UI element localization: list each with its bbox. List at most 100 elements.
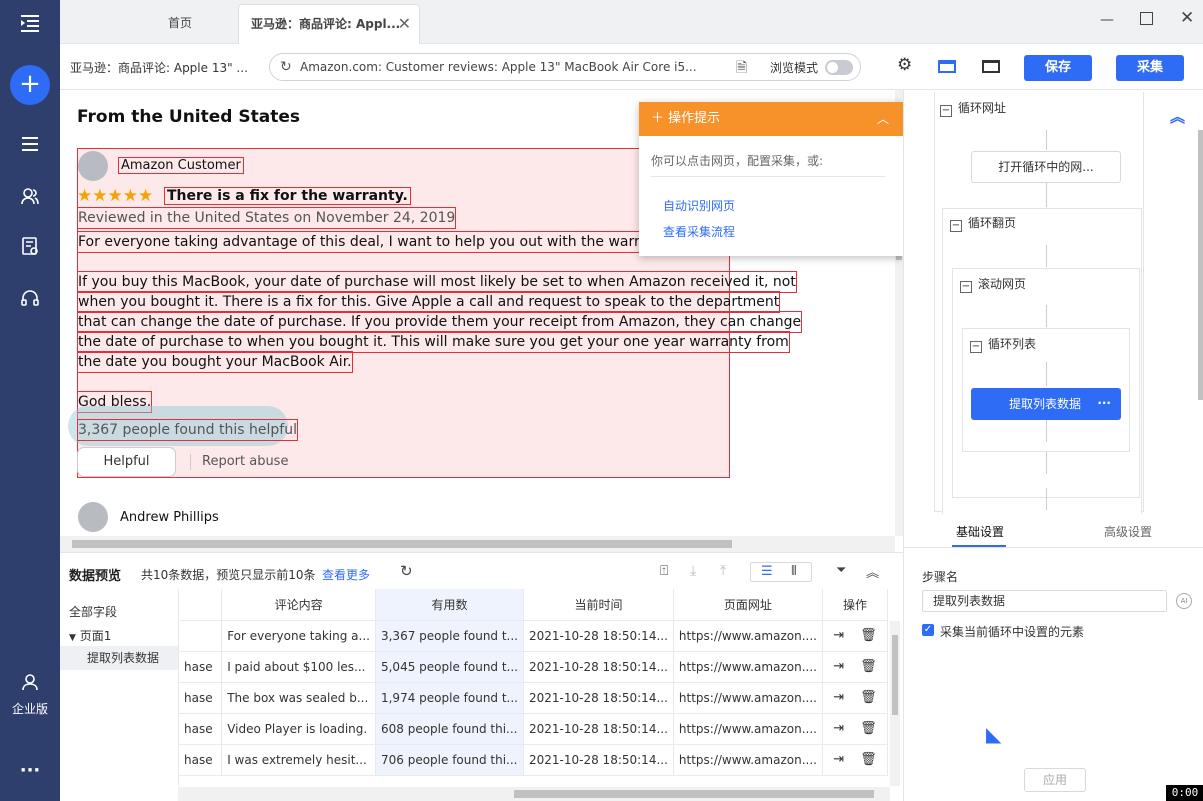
collect-button[interactable]: 采集	[1116, 55, 1184, 81]
task-list-icon[interactable]	[0, 134, 60, 159]
table-row[interactable]: hase I paid about $100 les... 5,045 people…	[179, 651, 888, 683]
tree-all-fields[interactable]: 全部字段	[69, 603, 117, 620]
scroll-thumb[interactable]	[72, 540, 732, 548]
horizontal-scrollbar[interactable]	[60, 536, 895, 552]
column-header[interactable]: 评论内容	[221, 589, 376, 621]
page-pdf-icon[interactable]: 🗎	[736, 57, 747, 81]
table-row[interactable]: hase I was extremely hesit... 706 people f…	[179, 744, 888, 776]
table-horizontal-scrollbar[interactable]	[178, 787, 890, 801]
export-row-icon[interactable]: ⇥	[833, 659, 844, 674]
tab-advanced-settings[interactable]: 高级设置	[1104, 523, 1152, 540]
minimize-icon[interactable]: —	[1100, 12, 1114, 28]
layout-split-icon[interactable]	[982, 60, 1000, 73]
window-close-icon[interactable]: ✕	[1180, 8, 1194, 28]
export-row-icon[interactable]: ⇥	[833, 721, 844, 736]
minus-icon[interactable]: −	[960, 281, 972, 293]
tab-close-icon[interactable]: ✕	[398, 5, 411, 43]
browse-mode-toggle[interactable]	[825, 60, 853, 75]
review-body-line[interactable]: the date you bought your MacBook Air.	[77, 351, 353, 373]
download-icon[interactable]: ⤓	[690, 563, 696, 579]
collapse-up-icon[interactable]: ︽	[1170, 106, 1185, 127]
account-icon[interactable]	[0, 672, 60, 697]
headset-icon[interactable]	[0, 288, 60, 313]
tree-extract-item[interactable]: 提取列表数据	[60, 646, 178, 670]
review-author[interactable]: Amazon Customer	[118, 157, 244, 174]
tab-home[interactable]: 首页	[120, 4, 240, 44]
column-header[interactable]: 页面网址	[673, 589, 823, 621]
workflow-extract-node[interactable]: 提取列表数据 ···	[971, 388, 1121, 420]
minus-icon[interactable]: −	[940, 105, 952, 117]
helpful-count[interactable]: 3,367 people found this helpful	[77, 419, 298, 441]
cursor-pointer-icon: ◣	[986, 722, 1002, 746]
collapse-up-icon[interactable]: ︿	[877, 102, 889, 136]
users-icon[interactable]	[0, 186, 60, 211]
settings-gear-icon[interactable]: ⚙	[897, 55, 912, 75]
delete-icon[interactable]: 🗑	[860, 659, 877, 674]
tree-page1[interactable]: ▼ 页面1	[69, 627, 111, 644]
review-body-line[interactable]: the date of purchase to when you bought …	[77, 331, 790, 353]
collapse-up-icon[interactable]: ︽	[866, 562, 879, 581]
delete-icon[interactable]: 🗑	[860, 628, 877, 643]
reload-icon[interactable]: ↻	[280, 54, 292, 80]
connector	[1046, 452, 1047, 474]
review-author[interactable]: Andrew Phillips	[120, 510, 219, 525]
scroll-thumb[interactable]	[892, 635, 898, 715]
auto-detect-link[interactable]: 自动识别网页	[663, 197, 735, 214]
review-body-line[interactable]: If you buy this MacBook, your date of pu…	[77, 271, 797, 293]
review-body-line[interactable]: when you bought it. There is a fix for t…	[77, 291, 781, 313]
step-name-input[interactable]: 提取列表数据	[922, 590, 1167, 612]
workflow-open-page[interactable]: 打开循环中的网...	[971, 151, 1121, 183]
minus-icon[interactable]: −	[970, 341, 982, 353]
enterprise-label[interactable]: 企业版	[0, 700, 60, 717]
apply-button[interactable]: 应用	[1024, 768, 1086, 792]
connector	[1046, 420, 1047, 442]
export-row-icon[interactable]: ⇥	[833, 752, 844, 767]
workflow-loop-list[interactable]: − 循环列表	[970, 335, 1036, 353]
menu-collapse-icon[interactable]	[0, 12, 60, 39]
tab-basic-settings[interactable]: 基础设置	[956, 523, 1004, 540]
workflow-scrollbar[interactable]	[1198, 130, 1203, 400]
review-title[interactable]: There is a fix for the warranty.	[164, 187, 411, 205]
upload-icon[interactable]: ⤒	[720, 563, 726, 579]
export-row-icon[interactable]: ⇥	[833, 628, 844, 643]
review-date[interactable]: Reviewed in the United States on Novembe…	[77, 207, 457, 229]
minus-icon[interactable]: −	[950, 220, 962, 232]
view-more-link[interactable]: 查看更多	[322, 566, 370, 583]
caret-down-icon[interactable]: ▼	[69, 633, 76, 643]
table-vertical-scrollbar[interactable]	[890, 621, 900, 786]
save-button[interactable]: 保存	[1024, 55, 1092, 81]
scroll-thumb[interactable]	[514, 790, 874, 798]
new-task-button[interactable]: +	[10, 65, 50, 105]
filter-icon[interactable]: ⏷	[836, 563, 846, 578]
table-row[interactable]: hase The box was sealed b... 1,974 people …	[179, 682, 888, 714]
more-icon[interactable]: ···	[0, 760, 60, 781]
layout-top-icon[interactable]	[938, 60, 956, 73]
hint-header[interactable]: ＋ 操作提示 ︿	[639, 102, 903, 136]
tab-amazon-reviews[interactable]: 亚马逊：商品评论: Appl... ✕	[238, 4, 420, 44]
more-options-icon[interactable]: ···	[1097, 387, 1111, 419]
table-row[interactable]: For everyone taking a... 3,367 people fou…	[179, 620, 888, 652]
helpful-button[interactable]: Helpful	[77, 447, 176, 477]
collect-elements-checkbox[interactable]: ✓	[922, 624, 934, 636]
workflow-loop-page[interactable]: − 循环翻页	[950, 214, 1016, 232]
ai-icon[interactable]: AI	[1176, 593, 1192, 609]
table-row[interactable]: hase Video Player is loading. 608 people f…	[179, 713, 888, 745]
column-view-icon[interactable]: ⦀	[791, 564, 797, 579]
view-flow-link[interactable]: 查看采集流程	[663, 223, 735, 240]
column-header[interactable]: 有用数	[375, 589, 525, 621]
review-body-line[interactable]: that can change the date of purchase. If…	[77, 311, 803, 333]
workflow-scroll[interactable]: − 滚动网页	[960, 275, 1026, 293]
report-abuse-link[interactable]: Report abuse	[202, 454, 288, 469]
maximize-icon[interactable]	[1140, 12, 1153, 25]
column-header[interactable]: 当前时间	[523, 589, 674, 621]
export-row-icon[interactable]: ⇥	[833, 690, 844, 705]
workflow-loop-url[interactable]: − 循环网址	[940, 99, 1007, 117]
document-icon[interactable]	[0, 236, 60, 261]
delete-icon[interactable]: 🗑	[860, 721, 877, 736]
delete-icon[interactable]: 🗑	[860, 690, 877, 705]
review-body-line[interactable]: For everyone taking advantage of this de…	[77, 231, 730, 253]
list-view-icon[interactable]: ☰	[761, 564, 773, 579]
delete-icon[interactable]: 🗑	[860, 752, 877, 767]
export-icon[interactable]: ⍐	[660, 563, 668, 579]
refresh-icon[interactable]: ↻	[400, 562, 413, 580]
